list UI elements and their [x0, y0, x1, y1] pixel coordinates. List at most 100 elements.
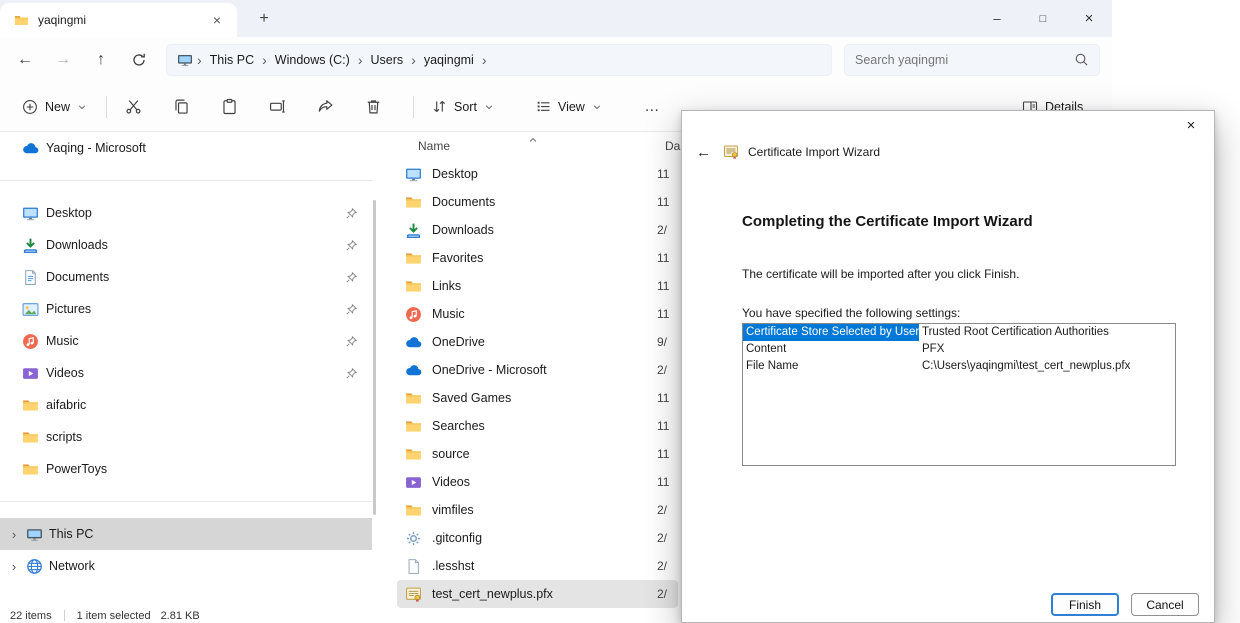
sidebar-item-documents[interactable]: Documents [0, 261, 372, 293]
file-row-vimfiles[interactable]: vimfiles2/ [397, 496, 678, 524]
file-date: 2/ [657, 223, 667, 237]
file-row-gitconfig[interactable]: .gitconfig2/ [397, 524, 678, 552]
finish-button[interactable]: Finish [1051, 593, 1119, 616]
settings-row-certificate-store-selected-by-user[interactable]: Certificate Store Selected by UserTruste… [743, 324, 1175, 341]
sidebar-item-label: Downloads [46, 238, 108, 252]
column-header-date[interactable]: Da [665, 139, 680, 153]
paste-button[interactable] [212, 90, 246, 124]
new-tab-button[interactable]: + [249, 4, 279, 34]
chevron-right-icon: › [354, 52, 367, 68]
new-button-label: New [45, 100, 70, 114]
more-options-button[interactable]: … [635, 90, 669, 124]
file-row-downloads[interactable]: Downloads2/ [397, 216, 678, 244]
sidebar-item-label: Desktop [46, 206, 92, 220]
sort-button[interactable]: Sort [423, 90, 503, 124]
wizard-content: Completing the Certificate Import Wizard… [682, 213, 1214, 466]
view-button-label: View [558, 100, 585, 114]
desktop: yaqingmi × + – □ × ← → ↑ ›This PC›Window… [0, 0, 1240, 623]
certificate-wizard-icon [723, 144, 739, 160]
chevron-right-icon: › [258, 52, 271, 68]
rename-button[interactable] [260, 90, 294, 124]
file-date: 9/ [657, 335, 667, 349]
up-button[interactable]: ↑ [82, 43, 120, 77]
forward-button[interactable]: → [44, 43, 82, 77]
search-box[interactable]: Search yaqingmi [844, 44, 1100, 76]
chevron-expand-icon[interactable]: › [8, 559, 20, 574]
file-row-saved-games[interactable]: Saved Games11 [397, 384, 678, 412]
dialog-back-button[interactable]: ← [696, 144, 714, 161]
cut-button[interactable] [116, 90, 150, 124]
explorer-tab[interactable]: yaqingmi × [0, 3, 237, 37]
file-row-favorites[interactable]: Favorites11 [397, 244, 678, 272]
close-button[interactable]: × [1066, 0, 1112, 37]
file-date: 11 [657, 447, 669, 461]
breadcrumb-item-users[interactable]: Users [366, 51, 407, 69]
dialog-title-bar[interactable]: × [682, 111, 1214, 137]
network-icon [26, 558, 43, 575]
file-row-onedrive[interactable]: OneDrive9/ [397, 328, 678, 356]
pin-icon [345, 303, 358, 316]
file-name: .lesshst [432, 559, 474, 573]
sidebar-item-network[interactable]: ›Network [0, 550, 372, 582]
download-icon [22, 237, 39, 254]
tab-close-icon[interactable]: × [205, 8, 229, 32]
navigation-bar: ← → ↑ ›This PC›Windows (C:)›Users›yaqing… [0, 37, 1112, 82]
wizard-header: ← Certificate Import Wizard [682, 137, 1214, 167]
breadcrumb-item-yaqingmi[interactable]: yaqingmi [420, 51, 478, 69]
column-header-name[interactable]: Name [418, 139, 450, 153]
minimize-button[interactable]: – [974, 0, 1020, 37]
desktop-icon [22, 205, 39, 222]
file-row-documents[interactable]: Documents11 [397, 188, 678, 216]
back-button[interactable]: ← [6, 43, 44, 77]
file-name: Desktop [432, 167, 478, 181]
breadcrumb-item-windows-c[interactable]: Windows (C:) [271, 51, 354, 69]
folder-icon [405, 390, 422, 407]
file-row-lesshst[interactable]: .lesshst2/ [397, 552, 678, 580]
sidebar-item-downloads[interactable]: Downloads [0, 229, 372, 261]
settings-row-content[interactable]: ContentPFX [743, 341, 1175, 358]
new-button[interactable]: New [12, 90, 97, 124]
chevron-expand-icon[interactable]: › [8, 527, 20, 542]
file-row-onedrive-microsoft[interactable]: OneDrive - Microsoft2/ [397, 356, 678, 384]
settings-row-file-name[interactable]: File NameC:\Users\yaqingmi\test_cert_new… [743, 358, 1175, 375]
sidebar-item-desktop[interactable]: Desktop [0, 197, 372, 229]
share-button[interactable] [308, 90, 342, 124]
delete-button[interactable] [356, 90, 390, 124]
sidebar-item-this-pc[interactable]: ›This PC [0, 518, 372, 550]
file-date: 11 [657, 307, 669, 321]
sidebar-item-pictures[interactable]: Pictures [0, 293, 372, 325]
quick-access-list: Desktop Downloads DocumentsPicturesMusicVi… [0, 197, 372, 485]
settings-list[interactable]: Certificate Store Selected by UserTruste… [742, 323, 1176, 466]
dialog-close-icon[interactable]: × [1176, 114, 1206, 136]
file-row-music[interactable]: Music11 [397, 300, 678, 328]
file-row-searches[interactable]: Searches11 [397, 412, 678, 440]
sidebar-item-scripts[interactable]: scripts [0, 421, 372, 453]
sidebar-item-powertoys[interactable]: PowerToys [0, 453, 372, 485]
file-row-links[interactable]: Links11 [397, 272, 678, 300]
file-row-videos[interactable]: Videos11 [397, 468, 678, 496]
file-name: source [432, 447, 470, 461]
refresh-button[interactable] [120, 43, 158, 77]
cancel-button[interactable]: Cancel [1131, 593, 1199, 616]
folder-icon [405, 502, 422, 519]
item-count: 22 items [10, 610, 52, 622]
folder-icon [405, 194, 422, 211]
breadcrumb-item-this-pc[interactable]: This PC [206, 51, 258, 69]
sidebar-item-videos[interactable]: Videos [0, 357, 372, 389]
file-row-test-cert-newplus-pfx[interactable]: test_cert_newplus.pfx2/ [397, 580, 678, 608]
dialog-buttons: Finish Cancel [1051, 593, 1199, 616]
maximize-button[interactable]: □ [1020, 0, 1066, 37]
sidebar-item-aifabric[interactable]: aifabric [0, 389, 372, 421]
sidebar-item-music[interactable]: Music [0, 325, 372, 357]
folder-icon [14, 13, 29, 28]
file-date: 2/ [657, 587, 667, 601]
view-button[interactable]: View [527, 90, 611, 124]
sidebar-item-onedrive[interactable]: Yaqing - Microsoft [0, 132, 372, 164]
sort-icon [432, 99, 447, 114]
file-name: Saved Games [432, 391, 511, 405]
file-row-source[interactable]: source 11 [397, 440, 678, 468]
file-name: Searches [432, 419, 485, 433]
copy-button[interactable] [164, 90, 198, 124]
address-bar[interactable]: ›This PC›Windows (C:)›Users›yaqingmi› [166, 44, 832, 76]
file-row-desktop[interactable]: Desktop11 [397, 160, 678, 188]
